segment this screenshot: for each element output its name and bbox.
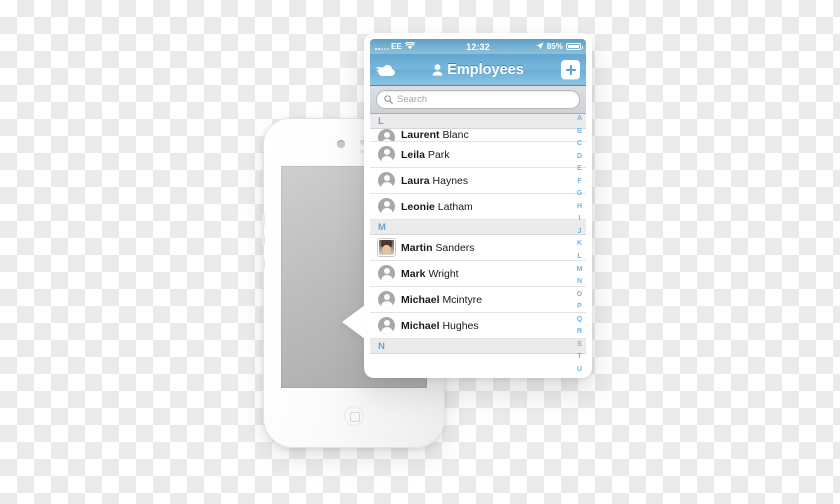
search-icon [384,91,393,109]
index-letter-d[interactable]: D [577,153,582,160]
phone-volume-notch-down [262,234,265,246]
index-letter-p[interactable]: P [577,303,582,310]
nav-title-group: Employees [370,62,586,78]
wifi-icon [404,41,415,52]
table-row[interactable]: Laura Haynes [370,168,586,194]
index-letter-h[interactable]: H [577,203,582,210]
contact-last-name: Park [427,148,450,161]
contact-last-name: Blanc [442,129,469,141]
search-placeholder: Search [397,94,428,105]
signal-dots-icon [375,43,389,50]
table-row[interactable]: Leila Park [370,142,586,168]
contact-first-name: Laurent [401,129,440,141]
contact-first-name: Laura [401,174,430,187]
navigation-bar: Employees [370,54,586,86]
index-letter-f[interactable]: F [577,178,581,185]
table-row[interactable]: Michael Hughes [370,313,586,339]
contact-first-name: Mark [401,267,426,280]
index-letter-g[interactable]: G [577,190,582,197]
index-letter-j[interactable]: J [578,228,582,235]
index-letter-a[interactable]: A [577,115,582,122]
contact-first-name: Leila [401,148,425,161]
contact-first-name: Leonie [401,200,435,213]
contact-name: Leila Park [401,149,449,161]
section-letter: L [378,115,384,127]
section-header-l: L [370,114,586,129]
contact-first-name: Martin [401,241,433,254]
contact-name: Michael Hughes [401,320,479,332]
plus-icon [565,64,576,75]
table-row[interactable]: Laurent Blanc [370,129,586,142]
contact-last-name: Haynes [432,174,469,187]
index-letter-n[interactable]: N [577,278,582,285]
status-bar-left: EE [375,41,415,52]
contact-name: Michael Mcintyre [401,294,482,306]
table-row[interactable]: Martin Sanders [370,235,586,261]
index-letter-u[interactable]: U [577,366,582,372]
section-letter: N [378,340,385,352]
phone-volume-notch-extra [262,258,265,270]
section-header-n: N [370,339,586,354]
contact-name: Martin Sanders [401,242,475,254]
index-letter-q[interactable]: Q [577,316,582,323]
default-avatar-icon [378,291,395,308]
contact-name: Laura Haynes [401,175,468,187]
home-button-icon[interactable] [344,406,364,426]
contact-first-name: Michael [401,293,440,306]
table-row[interactable]: Michael Mcintyre [370,287,586,313]
contact-last-name: Latham [437,200,473,213]
default-avatar-icon [378,317,395,334]
default-avatar-icon [378,172,395,189]
table-row[interactable]: Leonie Latham [370,194,586,220]
search-input[interactable]: Search [376,90,580,109]
default-avatar-icon [378,198,395,215]
phone-volume-notch-up [262,214,265,226]
index-letter-l[interactable]: L [577,253,581,260]
carrier-label: EE [391,42,402,51]
person-icon [432,63,443,76]
app-screen: EE 12:32 85% Employees Search L Laurent … [370,39,586,372]
index-letter-c[interactable]: C [577,140,582,147]
cloud-icon[interactable] [376,63,397,77]
add-employee-button[interactable] [561,60,580,79]
index-letter-m[interactable]: M [577,266,583,273]
battery-percent-label: 85% [546,42,563,51]
contact-last-name: Mcintyre [442,293,483,306]
contact-last-name: Sanders [435,241,475,254]
contact-name: Laurent Blanc [401,129,469,141]
index-letter-t[interactable]: T [577,353,581,360]
contact-last-name: Hughes [442,319,479,332]
index-letter-i[interactable]: I [579,215,581,222]
index-letter-k[interactable]: K [577,240,582,247]
contact-last-name: Wright [428,267,459,280]
section-letter: M [378,221,386,233]
index-letter-r[interactable]: R [577,328,582,335]
section-header-m: M [370,220,586,235]
app-screenshot-card: EE 12:32 85% Employees Search L Laurent … [342,33,592,378]
default-avatar-icon [378,146,395,163]
contact-first-name: Michael [401,319,440,332]
search-bar: Search [370,86,586,114]
status-bar-right: 85% [536,41,583,52]
photo-avatar [378,239,395,256]
index-letter-o[interactable]: O [577,291,582,298]
page-title: Employees [447,61,524,78]
default-avatar-icon [378,265,395,282]
index-letter-s[interactable]: S [577,341,582,348]
status-bar: EE 12:32 85% [370,39,586,54]
default-avatar-icon [378,129,395,141]
battery-icon [566,43,583,50]
contact-name: Mark Wright [401,268,459,280]
card-pointer-tail [342,305,365,339]
index-letter-e[interactable]: E [577,165,582,172]
contacts-list[interactable]: L Laurent Blanc Leila Park Laura Haynes … [370,114,586,372]
location-arrow-icon [536,41,544,52]
front-camera-icon [337,140,345,148]
contact-name: Leonie Latham [401,201,473,213]
alphabet-index-scrubber[interactable]: A B C D E F G H I J K L M N O P Q R S T [573,114,586,372]
home-button-square-icon [350,412,360,422]
index-letter-b[interactable]: B [577,128,582,135]
table-row[interactable]: Mark Wright [370,261,586,287]
